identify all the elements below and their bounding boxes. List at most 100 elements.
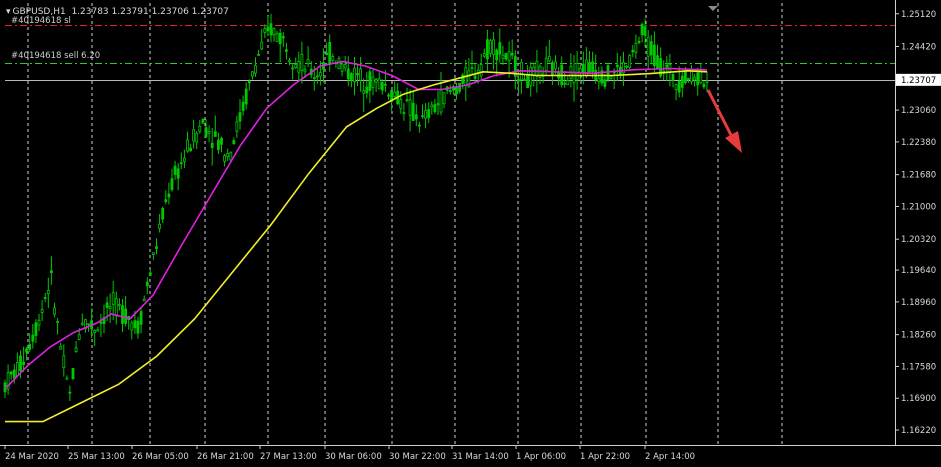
candle-body: [40, 309, 44, 313]
candle-body: [408, 99, 412, 116]
candle-body: [99, 321, 103, 324]
candle-body: [74, 347, 78, 352]
time-tick-label: 31 Mar 14:00: [452, 452, 509, 462]
candle-body: [380, 82, 384, 91]
time-tick-label: 25 Mar 13:00: [68, 452, 125, 462]
price-chart[interactable]: 1.25120 1.24420 1.23060 1.22380 1.21680 1.210…: [0, 0, 941, 467]
candle-body: [482, 53, 486, 57]
candle-body: [34, 322, 38, 336]
candle-body: [145, 281, 149, 287]
candle-body: [448, 89, 452, 93]
candle-body: [142, 298, 146, 302]
price-tick-label: 1.16220: [901, 426, 936, 436]
candle-body: [544, 57, 548, 72]
candle-body: [247, 81, 251, 84]
candle-body: [507, 51, 511, 62]
candle-body: [603, 79, 607, 87]
candle-body: [260, 41, 264, 50]
candle-body: [201, 119, 205, 124]
candle-body: [646, 36, 650, 57]
candle-body: [473, 75, 477, 79]
candle-body: [653, 44, 656, 67]
candle-body: [390, 90, 394, 101]
candle-body: [677, 81, 681, 93]
candle-body: [687, 77, 690, 80]
candle-body: [111, 292, 115, 306]
candle-body: [179, 162, 183, 165]
candle-body: [365, 86, 369, 94]
candle-body: [649, 41, 653, 56]
candle-body: [65, 377, 69, 380]
candle-body: [133, 320, 137, 329]
candle-body: [77, 334, 81, 340]
candle-body: [93, 329, 97, 333]
candle-body: [353, 67, 356, 83]
price-tick-label: 1.23060: [901, 106, 936, 116]
candle-body: [430, 104, 434, 108]
candle-body: [56, 320, 59, 323]
candle-body: [492, 39, 496, 55]
candle-body: [436, 103, 440, 106]
candle-body: [46, 290, 50, 295]
candle-body: [343, 64, 347, 69]
candle-body: [346, 68, 350, 80]
candle-body: [325, 52, 329, 56]
candle-body: [80, 322, 84, 325]
candle-body: [204, 127, 208, 138]
candle-body: [588, 62, 591, 73]
price-tick-label: 1.18260: [901, 331, 936, 341]
candle-body: [12, 369, 16, 379]
candle-body: [572, 71, 576, 84]
candle-body: [551, 62, 554, 76]
candle-body: [50, 270, 53, 274]
candle-body: [53, 307, 56, 315]
time-tick-label: 2 Apr 14:00: [645, 452, 695, 462]
candle-body: [563, 82, 567, 85]
candle-body: [176, 168, 180, 179]
candle-body: [504, 52, 508, 60]
candle-body: [597, 77, 601, 82]
candle: [71, 367, 75, 380]
order-sell-label: #40194618 sell 6.20: [11, 51, 101, 61]
candle-body: [220, 137, 223, 145]
candle-body: [417, 124, 421, 127]
candle-body: [281, 36, 285, 39]
candle-body: [43, 297, 47, 300]
candle-body: [591, 61, 594, 72]
candle-body: [377, 78, 381, 90]
candle-body: [554, 61, 557, 70]
candle-body: [161, 207, 165, 220]
candle-body: [300, 54, 304, 71]
time-tick-label: 26 Mar 21:00: [197, 452, 254, 462]
candle-body: [235, 121, 239, 132]
candle: [606, 64, 610, 82]
candle-body: [387, 94, 390, 97]
candle-body: [207, 131, 211, 134]
collapse-triangle-icon[interactable]: ▾: [6, 7, 11, 17]
candle-body: [495, 49, 499, 61]
candle-body: [238, 112, 242, 122]
candle-body: [383, 83, 387, 86]
candle-body: [359, 68, 363, 81]
current-price-label: 1.23707: [901, 76, 936, 86]
candle-body: [22, 361, 26, 366]
candle-body: [167, 193, 171, 198]
candle-body: [634, 43, 638, 53]
candle-body: [241, 101, 245, 112]
candle-body: [275, 33, 279, 42]
candle-body: [517, 78, 520, 82]
candle-body: [118, 304, 121, 306]
time-tick-label: 30 Mar 06:00: [325, 452, 382, 462]
candle-body: [628, 54, 632, 69]
candle-body: [414, 114, 418, 120]
candle-body: [470, 67, 474, 70]
candle-body: [485, 39, 489, 60]
time-tick-label: 30 Mar 22:00: [389, 452, 446, 462]
candle-body: [356, 73, 359, 76]
candle-body: [442, 92, 446, 105]
time-tick-label: 24 Mar 2020: [5, 452, 59, 462]
candle-body: [173, 165, 177, 175]
candle-body: [374, 78, 378, 83]
candle-body: [693, 76, 696, 81]
price-tick-label: 1.20320: [901, 235, 936, 245]
